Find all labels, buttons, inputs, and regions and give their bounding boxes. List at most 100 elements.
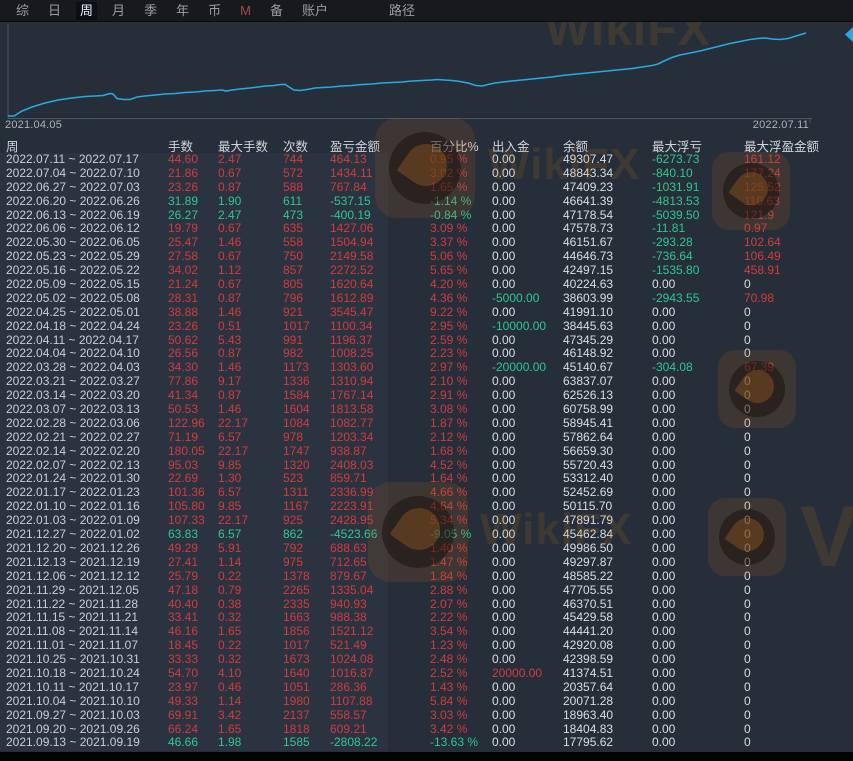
- table-row[interactable]: 2021.09.13 ~ 2021.09.1946.661.981585-280…: [0, 736, 853, 750]
- table-row[interactable]: 2022.05.02 ~ 2022.05.0828.310.877961612.…: [0, 292, 853, 306]
- cell-max_lots: 0.87: [218, 181, 283, 195]
- table-row[interactable]: 2021.12.27 ~ 2022.01.0263.836.57862-4523…: [0, 528, 853, 542]
- table-row[interactable]: 2022.06.20 ~ 2022.06.2631.891.90611-537.…: [0, 195, 853, 209]
- table-row[interactable]: 2022.05.16 ~ 2022.05.2234.021.128572272.…: [0, 264, 853, 278]
- menu-item[interactable]: 日: [44, 2, 65, 20]
- table-row[interactable]: 2021.11.29 ~ 2021.12.0547.180.7922651335…: [0, 584, 853, 598]
- table-row[interactable]: 2022.02.21 ~ 2022.02.2771.196.579781203.…: [0, 431, 853, 445]
- table-row[interactable]: 2022.01.10 ~ 2022.01.16105.809.851167222…: [0, 500, 853, 514]
- cell-times: 921: [283, 306, 330, 320]
- cell-pct: 4.36 %: [430, 292, 492, 306]
- menu-item[interactable]: 币: [204, 2, 225, 20]
- cell-pnl: 688.63: [330, 542, 430, 556]
- table-row[interactable]: 2021.11.01 ~ 2021.11.0718.450.221017521.…: [0, 639, 853, 653]
- cell-max_lots: 1.12: [218, 264, 283, 278]
- menu-item[interactable]: 月: [108, 2, 129, 20]
- cell-pct: 1.84 %: [430, 570, 492, 584]
- table-row[interactable]: 2022.07.04 ~ 2022.07.1021.860.675721434.…: [0, 167, 853, 181]
- table-row[interactable]: 2021.10.25 ~ 2021.10.3133.330.3216731024…: [0, 653, 853, 667]
- cell-pct: 2.22 %: [430, 611, 492, 625]
- table-row[interactable]: 2022.04.04 ~ 2022.04.1026.560.879821008.…: [0, 347, 853, 361]
- table-row[interactable]: 2022.04.25 ~ 2022.05.0138.881.469213545.…: [0, 306, 853, 320]
- table-row[interactable]: 2022.01.17 ~ 2022.01.23101.366.571311233…: [0, 486, 853, 500]
- cell-pct: 5.06 %: [430, 250, 492, 264]
- cell-inout: 0.00: [492, 278, 563, 292]
- menu-item[interactable]: M: [236, 2, 255, 20]
- table-row[interactable]: 2022.02.28 ~ 2022.03.06122.9622.17108410…: [0, 417, 853, 431]
- cell-balance: 46151.67: [563, 236, 652, 250]
- table-row[interactable]: 2021.12.13 ~ 2021.12.1927.411.14975712.6…: [0, 556, 853, 570]
- table-row[interactable]: 2022.06.13 ~ 2022.06.1926.272.47473-400.…: [0, 209, 853, 223]
- cell-times: 857: [283, 264, 330, 278]
- menu-item-path[interactable]: 路径: [385, 2, 419, 20]
- cell-times: 1051: [283, 681, 330, 695]
- cell-max_lots: 0.32: [218, 653, 283, 667]
- cell-lots: 27.41: [168, 556, 218, 570]
- table-row[interactable]: 2021.12.20 ~ 2021.12.2649.295.91792688.6…: [0, 542, 853, 556]
- table-row[interactable]: 2021.09.27 ~ 2021.10.0369.913.422137558.…: [0, 709, 853, 723]
- table-row[interactable]: 2021.11.22 ~ 2021.11.2840.400.382335940.…: [0, 598, 853, 612]
- table-row[interactable]: 2022.05.30 ~ 2022.06.0525.471.465581504.…: [0, 236, 853, 250]
- cell-balance: 47891.79: [563, 514, 652, 528]
- cell-max_float_profit: 0: [744, 584, 853, 598]
- table-row[interactable]: 2022.03.14 ~ 2022.03.2041.340.8715841767…: [0, 389, 853, 403]
- table-row[interactable]: 2022.03.28 ~ 2022.04.0334.301.4611731303…: [0, 361, 853, 375]
- table-row[interactable]: 2021.12.06 ~ 2021.12.1225.790.221378879.…: [0, 570, 853, 584]
- cell-lots: 31.89: [168, 195, 218, 209]
- cell-balance: 46641.39: [563, 195, 652, 209]
- cell-inout: 0.00: [492, 334, 563, 348]
- cell-max_float_profit: 0: [744, 347, 853, 361]
- cell-pct: 3.09 %: [430, 222, 492, 236]
- cell-inout: 0.00: [492, 153, 563, 167]
- menu-item[interactable]: 年: [172, 2, 193, 20]
- cell-max_float_profit: 0: [744, 611, 853, 625]
- cell-balance: 42497.15: [563, 264, 652, 278]
- table-row[interactable]: 2022.04.18 ~ 2022.04.2423.260.5110171100…: [0, 320, 853, 334]
- table-row[interactable]: 2021.10.04 ~ 2021.10.1049.331.1419801107…: [0, 695, 853, 709]
- cell-max_lots: 2.47: [218, 209, 283, 223]
- cell-pnl: 1310.94: [330, 375, 430, 389]
- cell-max_lots: 0.22: [218, 570, 283, 584]
- table-row[interactable]: 2021.11.15 ~ 2021.11.2133.410.321663988.…: [0, 611, 853, 625]
- cell-balance: 20071.28: [563, 695, 652, 709]
- menu-item[interactable]: 综: [12, 2, 33, 20]
- menu-item[interactable]: 备: [266, 2, 287, 20]
- cell-balance: 41991.10: [563, 306, 652, 320]
- cell-week: 2022.04.18 ~ 2022.04.24: [6, 320, 168, 334]
- cell-pnl: 2223.91: [330, 500, 430, 514]
- table-row[interactable]: 2022.02.14 ~ 2022.02.20180.0522.17174793…: [0, 445, 853, 459]
- table-row[interactable]: 2022.06.27 ~ 2022.07.0323.260.87588767.8…: [0, 181, 853, 195]
- table-row[interactable]: 2022.02.07 ~ 2022.02.1395.039.8513202408…: [0, 459, 853, 473]
- table-row[interactable]: 2021.10.18 ~ 2021.10.2454.704.1016401016…: [0, 667, 853, 681]
- cell-max_float_loss: 0.00: [652, 542, 744, 556]
- cell-inout: 0.00: [492, 598, 563, 612]
- table-row[interactable]: 2022.05.23 ~ 2022.05.2927.580.677502149.…: [0, 250, 853, 264]
- cell-pnl: 2408.03: [330, 459, 430, 473]
- cell-balance: 49986.50: [563, 542, 652, 556]
- cell-pct: 3.03 %: [430, 709, 492, 723]
- cell-times: 1378: [283, 570, 330, 584]
- table-row[interactable]: 2021.09.20 ~ 2021.09.2666.241.651818609.…: [0, 723, 853, 737]
- table-row[interactable]: 2022.01.03 ~ 2022.01.09107.3322.17925242…: [0, 514, 853, 528]
- table-row[interactable]: 2022.07.11 ~ 2022.07.1744.602.47744464.1…: [0, 153, 853, 167]
- table-row[interactable]: 2022.06.06 ~ 2022.06.1219.790.676351427.…: [0, 222, 853, 236]
- table-body: 2022.07.11 ~ 2022.07.1744.602.47744464.1…: [0, 153, 853, 750]
- cell-max_float_profit: 458.91: [744, 264, 853, 278]
- chart-edge-marker-icon: [845, 27, 853, 42]
- cell-week: 2022.03.28 ~ 2022.04.03: [6, 361, 168, 375]
- cell-max_lots: 3.42: [218, 709, 283, 723]
- table-row[interactable]: 2021.10.11 ~ 2021.10.1723.970.461051286.…: [0, 681, 853, 695]
- table-row[interactable]: 2022.01.24 ~ 2022.01.3022.691.30523859.7…: [0, 472, 853, 486]
- table-row[interactable]: 2021.11.08 ~ 2021.11.1446.161.6518561521…: [0, 625, 853, 639]
- table-row[interactable]: 2022.03.07 ~ 2022.03.1350.531.4616041813…: [0, 403, 853, 417]
- menu-item[interactable]: 账户: [298, 2, 332, 20]
- cell-inout: 0.00: [492, 639, 563, 653]
- table-row[interactable]: 2022.03.21 ~ 2022.03.2777.869.1713361310…: [0, 375, 853, 389]
- table-row[interactable]: 2022.05.09 ~ 2022.05.1521.240.678051620.…: [0, 278, 853, 292]
- menu-item[interactable]: 季: [140, 2, 161, 20]
- cell-max_lots: 6.57: [218, 431, 283, 445]
- menu-item[interactable]: 周: [76, 2, 97, 20]
- cell-week: 2021.10.25 ~ 2021.10.31: [6, 653, 168, 667]
- cell-inout: 0.00: [492, 167, 563, 181]
- table-row[interactable]: 2022.04.11 ~ 2022.04.1750.625.439911196.…: [0, 334, 853, 348]
